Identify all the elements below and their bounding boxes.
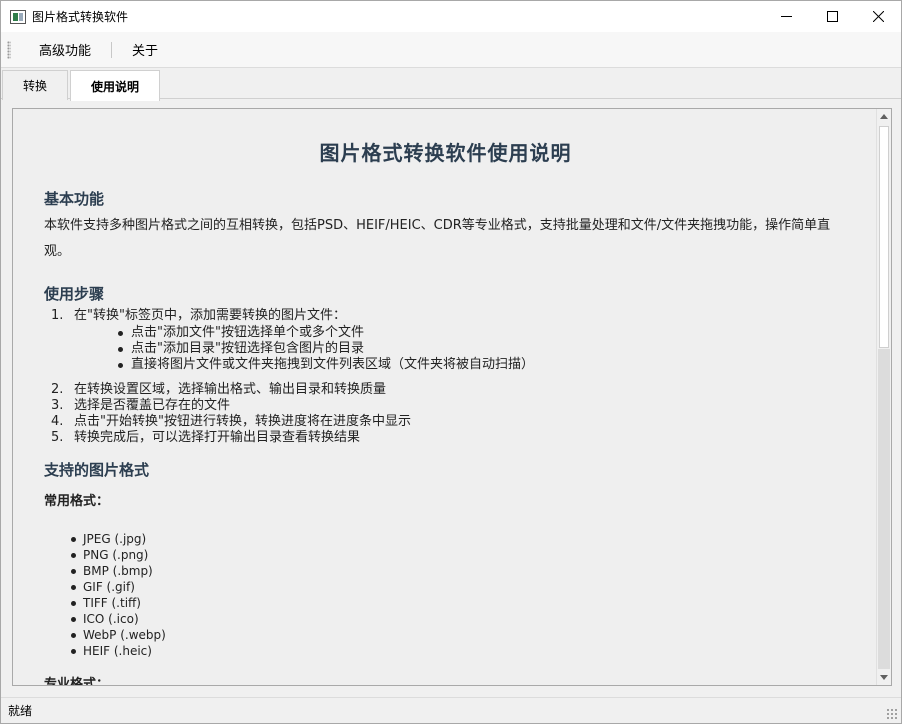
step-text: 选择是否覆盖已存在的文件 <box>74 398 231 413</box>
scroll-up-button[interactable] <box>877 109 891 124</box>
window-controls <box>763 1 901 32</box>
close-icon <box>872 11 884 22</box>
list-item: 点击"添加目录"按钮选择包含图片的目录 <box>114 341 847 357</box>
minimize-icon <box>780 16 792 17</box>
section-steps-heading: 使用步骤 <box>44 285 105 303</box>
help-document: 图片格式转换软件使用说明 基本功能 本软件支持多种图片格式之间的互相转换，包括P… <box>13 109 877 685</box>
scroll-thumb[interactable] <box>879 126 889 348</box>
list-item: TIFF (.tiff) <box>70 595 847 611</box>
section-basic-text: 本软件支持多种图片格式之间的互相转换，包括PSD、HEIF/HEIC、CDR等专… <box>44 218 831 259</box>
step-text: 在"转换"标签页中，添加需要转换的图片文件： <box>74 308 346 323</box>
list-item: 直接将图片文件或文件夹拖拽到文件列表区域（文件夹将被自动扫描） <box>114 357 847 373</box>
common-formats-heading: 常用格式： <box>44 494 110 509</box>
close-button[interactable] <box>855 1 901 32</box>
arrow-up-icon <box>880 114 888 119</box>
minimize-button[interactable] <box>763 1 809 32</box>
resize-grip[interactable] <box>886 708 898 720</box>
steps-list: 1. 在"转换"标签页中，添加需要转换的图片文件： 点击"添加文件"按钮选择单个… <box>44 308 847 446</box>
tab-help[interactable]: 使用说明 <box>70 70 160 101</box>
list-item: 3. 选择是否覆盖已存在的文件 <box>44 398 847 414</box>
menu-about[interactable]: 关于 <box>122 40 168 59</box>
scroll-down-button[interactable] <box>877 670 891 685</box>
maximize-button[interactable] <box>809 1 855 32</box>
step-number: 4. <box>51 414 64 429</box>
list-item: 5. 转换完成后，可以选择打开输出目录查看转换结果 <box>44 430 847 446</box>
list-item: WebP (.webp) <box>70 627 847 643</box>
list-item: PNG (.png) <box>70 547 847 563</box>
arrow-down-icon <box>880 675 888 680</box>
menu-separator <box>111 41 113 58</box>
status-text: 就绪 <box>8 704 33 718</box>
toolbar-grip-handle[interactable] <box>7 40 11 59</box>
status-bar: 就绪 <box>1 697 901 723</box>
tab-bar: 转换 使用说明 <box>1 68 901 101</box>
list-item: GIF (.gif) <box>70 579 847 595</box>
window-title: 图片格式转换软件 <box>32 10 129 24</box>
maximize-icon <box>826 11 838 22</box>
list-item: HEIF (.heic) <box>70 643 847 659</box>
menu-bar: 高级功能 关于 <box>1 32 901 68</box>
section-basic-heading: 基本功能 <box>44 190 105 208</box>
step-number: 2. <box>51 382 64 397</box>
step-text: 点击"开始转换"按钮进行转换，转换进度将在进度条中显示 <box>74 414 411 429</box>
list-item: 2. 在转换设置区域，选择输出格式、输出目录和转换质量 <box>44 382 847 398</box>
menu-advanced[interactable]: 高级功能 <box>29 40 101 59</box>
doc-title: 图片格式转换软件使用说明 <box>319 141 572 165</box>
step-number: 3. <box>51 398 64 413</box>
list-item: 点击"添加文件"按钮选择单个或多个文件 <box>114 325 847 341</box>
list-item: 4. 点击"开始转换"按钮进行转换，转换进度将在进度条中显示 <box>44 414 847 430</box>
step-text: 转换完成后，可以选择打开输出目录查看转换结果 <box>74 430 361 445</box>
step-text: 在转换设置区域，选择输出格式、输出目录和转换质量 <box>74 382 387 397</box>
vertical-scrollbar[interactable] <box>876 109 891 685</box>
list-item: 1. 在"转换"标签页中，添加需要转换的图片文件： 点击"添加文件"按钮选择单个… <box>44 308 847 373</box>
help-text-browser[interactable]: 图片格式转换软件使用说明 基本功能 本软件支持多种图片格式之间的互相转换，包括P… <box>12 108 892 686</box>
app-window: 图片格式转换软件 高级功能 关于 转换 使用说明 图片格式转换软件使用说明 基本… <box>0 0 902 724</box>
list-item: JPEG (.jpg) <box>70 531 847 547</box>
list-item: ICO (.ico) <box>70 611 847 627</box>
step-number: 1. <box>51 308 64 323</box>
title-bar[interactable]: 图片格式转换软件 <box>1 1 901 32</box>
common-formats-list: JPEG (.jpg) PNG (.png) BMP (.bmp) GIF (.… <box>70 531 847 659</box>
step1-sublist: 点击"添加文件"按钮选择单个或多个文件 点击"添加目录"按钮选择包含图片的目录 … <box>114 325 847 373</box>
step-number: 5. <box>51 430 64 445</box>
scroll-track[interactable] <box>878 349 890 669</box>
app-icon <box>10 9 26 24</box>
tab-convert[interactable]: 转换 <box>2 70 68 100</box>
section-formats-heading: 支持的图片格式 <box>44 461 150 479</box>
pro-formats-heading: 专业格式： <box>44 677 110 685</box>
list-item: BMP (.bmp) <box>70 563 847 579</box>
